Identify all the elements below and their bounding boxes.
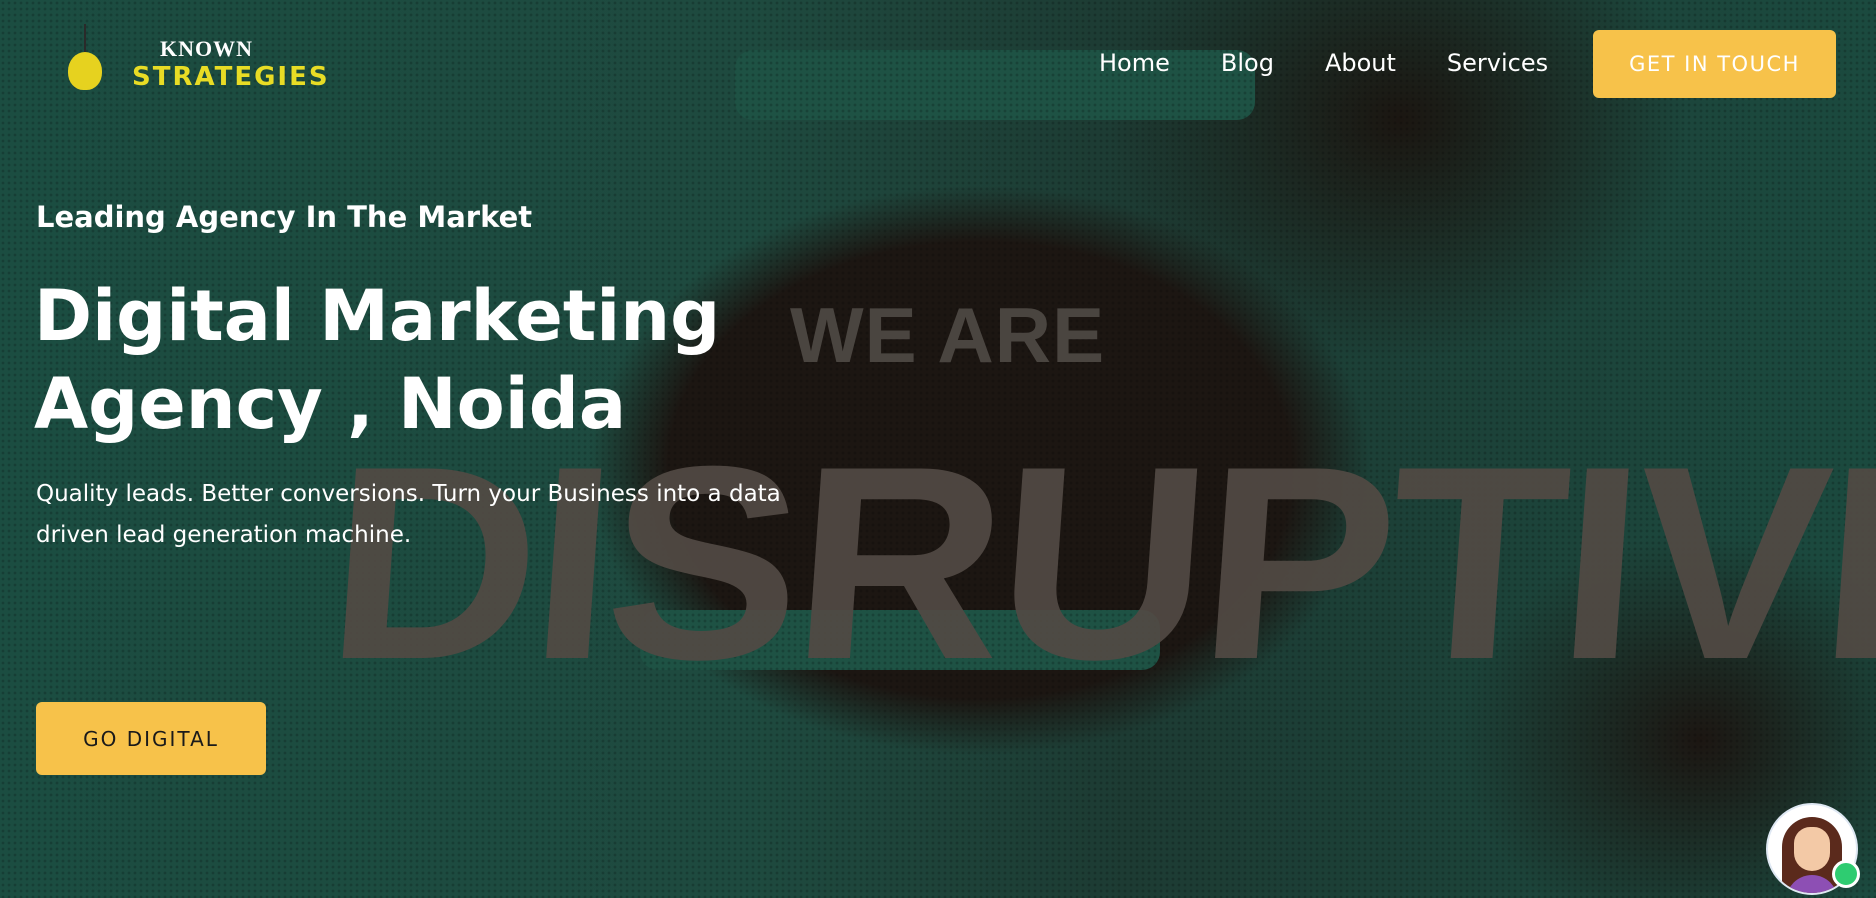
nav-item-services[interactable]: Services: [1447, 48, 1548, 78]
lightbulb-icon: [68, 52, 102, 90]
headline-line-1: Digital Marketing: [34, 275, 721, 357]
logo-text-known: KNOWN: [160, 36, 253, 61]
hero-background: WE ARE DISRUPTIVE: [0, 0, 1876, 898]
site-logo[interactable]: KNOWN STRATEGIES: [60, 22, 328, 102]
nav-item-about[interactable]: About: [1325, 48, 1396, 78]
headline-line-2: Agency , Noida: [34, 363, 627, 445]
nav-item-home[interactable]: Home: [1099, 48, 1170, 78]
lightbulb-cord: [84, 24, 86, 54]
avatar-face: [1794, 827, 1830, 871]
nav-item-blog[interactable]: Blog: [1221, 48, 1274, 78]
hero-headline: Digital Marketing Agency , Noida: [34, 272, 814, 448]
hero-eyebrow: Leading Agency In The Market: [36, 200, 533, 234]
bg-text-we-are: WE ARE: [790, 291, 1106, 379]
main-nav: Home Blog About Services: [1099, 48, 1548, 78]
logo-text-strategies: STRATEGIES: [132, 62, 330, 92]
bg-text-disruptive: DISRUPTIVE: [319, 409, 1876, 717]
online-status-indicator: [1832, 860, 1860, 888]
hero-description: Quality leads. Better conversions. Turn …: [36, 481, 781, 548]
go-digital-button[interactable]: GO DIGITAL: [36, 702, 266, 775]
get-in-touch-button[interactable]: GET IN TOUCH: [1593, 30, 1836, 98]
